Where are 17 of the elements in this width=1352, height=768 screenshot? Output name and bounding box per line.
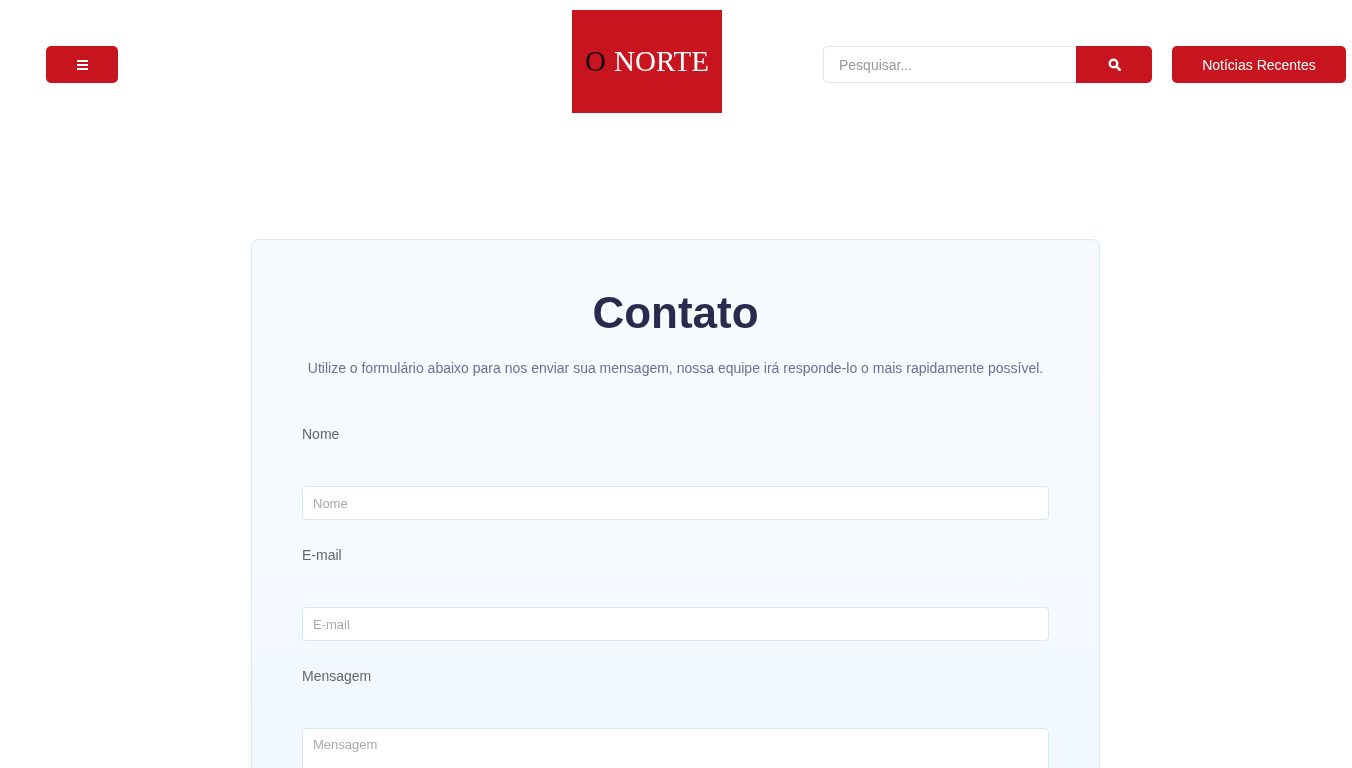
field-label: Nome bbox=[302, 426, 341, 444]
intro-text: Utilize o formulário abaixo para nos enviar sua mensagem, nossa equipe irá responde-lo o mais rapidamente possível. bbox=[306, 360, 1045, 376]
page-title: Contato bbox=[591, 288, 760, 338]
field-label: Mensagem bbox=[302, 668, 373, 686]
input-field[interactable]: E-mail bbox=[302, 607, 1049, 641]
message-field[interactable]: Mensagem bbox=[302, 728, 1049, 768]
recent-news-button[interactable]: Notícias Recentes bbox=[1172, 46, 1346, 83]
logo-text: NORTE bbox=[614, 45, 709, 78]
input-field[interactable]: Nome bbox=[302, 486, 1049, 520]
menu-button[interactable] bbox=[46, 46, 118, 83]
site-logo[interactable]: O NORTE bbox=[572, 10, 722, 113]
menu-icon bbox=[76, 59, 88, 70]
logo-letter: O bbox=[585, 45, 606, 78]
field-label: E-mail bbox=[302, 547, 343, 565]
search-button[interactable] bbox=[1076, 46, 1152, 83]
search-icon bbox=[1107, 58, 1121, 71]
search-field[interactable]: Pesquisar... bbox=[823, 46, 1076, 83]
